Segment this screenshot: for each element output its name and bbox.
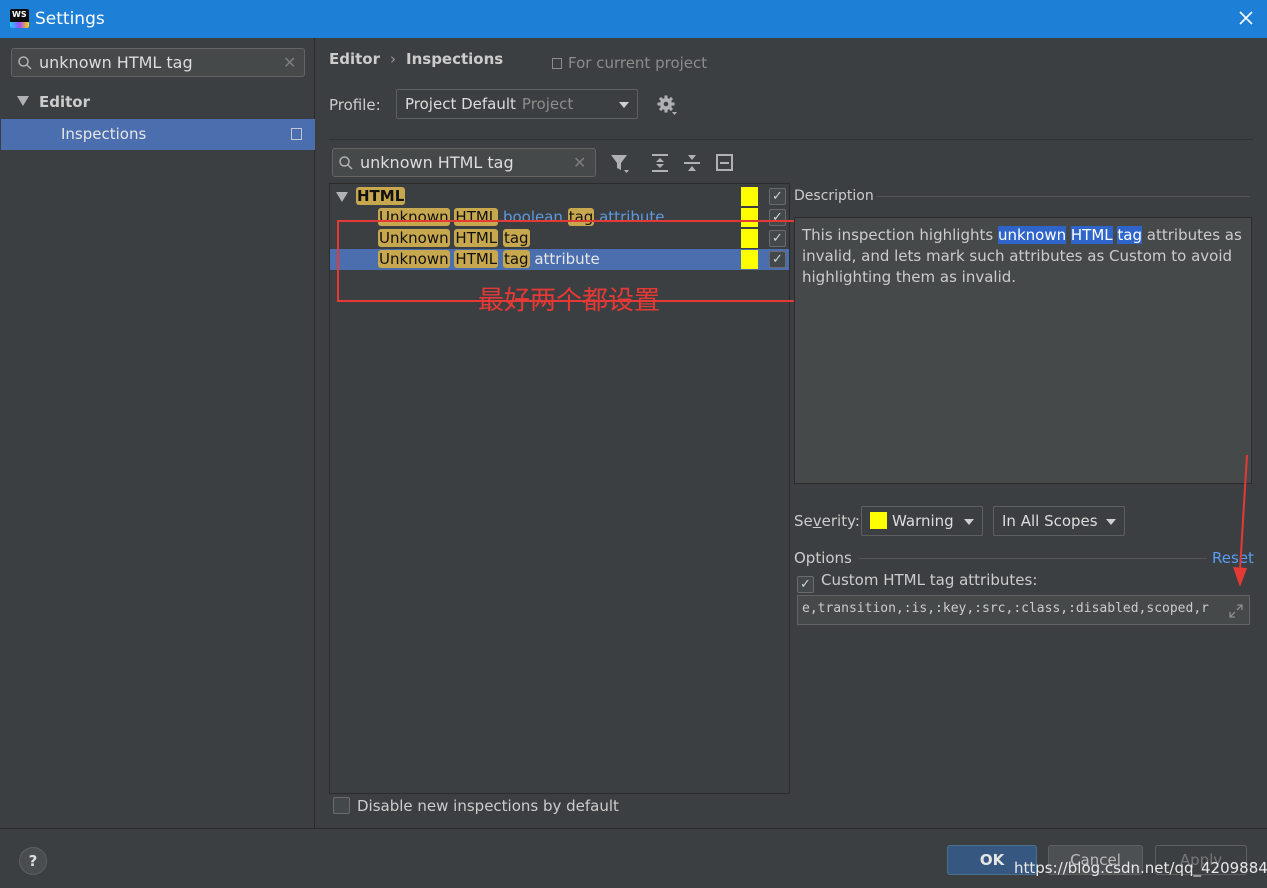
description-title: Description	[794, 188, 874, 204]
for-current-project-note: For current project	[552, 54, 707, 72]
expand-field-icon[interactable]	[1228, 603, 1244, 619]
clear-filter-icon[interactable]: ✕	[573, 153, 586, 172]
chevron-down-icon	[619, 102, 629, 108]
annotation-arrow	[1233, 455, 1248, 587]
gear-icon[interactable]	[656, 94, 678, 116]
chevron-down-icon	[1106, 519, 1116, 525]
expand-all-icon[interactable]	[649, 152, 671, 174]
chevron-down-icon	[964, 519, 974, 525]
description-text: This inspection highlights unknown HTML …	[802, 226, 1242, 286]
severity-swatch	[741, 187, 758, 206]
dialog-footer: ? OK Cancel Apply	[0, 828, 1267, 888]
search-icon	[339, 156, 353, 170]
clear-search-icon[interactable]: ✕	[283, 53, 296, 72]
title-bar: WS Settings	[0, 0, 1267, 38]
sidebar-group-editor[interactable]: Editor	[17, 93, 90, 111]
settings-search-input[interactable]: unknown HTML tag ✕	[11, 48, 305, 77]
description-pane: This inspection highlights unknown HTML …	[794, 217, 1252, 484]
filter-icon[interactable]	[609, 152, 631, 174]
window-title: Settings	[35, 9, 105, 29]
project-scope-icon	[552, 58, 562, 69]
disable-new-inspections-option[interactable]: Disable new inspections by default	[333, 797, 619, 815]
inspection-filter-input[interactable]: unknown HTML tag ✕	[332, 148, 596, 177]
close-icon[interactable]	[1236, 8, 1256, 28]
sidebar-item-inspections[interactable]: Inspections	[1, 119, 315, 150]
settings-sidebar: unknown HTML tag ✕ Editor Inspections	[1, 38, 315, 828]
filter-value: unknown HTML tag	[360, 153, 514, 172]
expand-triangle-icon	[17, 96, 29, 106]
custom-attrs-field[interactable]: e,transition,:is,:key,:src,:class,:disab…	[797, 595, 1250, 625]
collapse-all-icon[interactable]	[681, 152, 703, 174]
breadcrumb-inspections: Inspections	[406, 50, 504, 68]
search-value: unknown HTML tag	[39, 53, 193, 72]
expand-triangle-icon[interactable]	[336, 192, 348, 202]
disable-new-checkbox[interactable]	[333, 797, 350, 814]
reset-to-default-icon[interactable]	[714, 152, 736, 174]
custom-attrs-option[interactable]: ✓ Custom HTML tag attributes:	[797, 571, 1037, 593]
options-title: Options	[794, 549, 852, 567]
severity-dropdown[interactable]: Warning	[861, 506, 983, 536]
options-rule	[859, 558, 1207, 559]
project-scope-icon	[291, 128, 302, 140]
help-button[interactable]: ?	[19, 847, 47, 875]
annotation-text: 最好两个都设置	[478, 286, 661, 316]
description-rule	[876, 196, 1250, 197]
enable-checkbox[interactable]: ✓	[769, 188, 786, 205]
severity-label: Severity:	[794, 512, 860, 530]
custom-attrs-checkbox[interactable]: ✓	[797, 576, 814, 593]
breadcrumb-editor[interactable]: Editor	[329, 50, 380, 68]
severity-swatch	[870, 512, 887, 529]
tree-group-html[interactable]: HTML ✓	[330, 186, 789, 207]
header-separator	[329, 139, 1253, 140]
custom-attrs-value: e,transition,:is,:key,:src,:class,:disab…	[802, 601, 1209, 616]
breadcrumb: Editor › Inspections	[329, 50, 503, 68]
watermark-text: https://blog.csdn.net/qq_42098849	[1014, 859, 1267, 877]
scope-dropdown[interactable]: In All Scopes	[993, 506, 1125, 536]
webstorm-app-icon: WS	[10, 9, 29, 28]
profile-label: Profile:	[329, 96, 381, 114]
profile-dropdown[interactable]: Project Default Project	[396, 89, 638, 119]
search-icon	[18, 56, 32, 70]
breadcrumb-separator-icon: ›	[390, 50, 396, 68]
sidebar-item-label: Inspections	[61, 125, 147, 143]
group-label: HTML	[356, 187, 406, 205]
